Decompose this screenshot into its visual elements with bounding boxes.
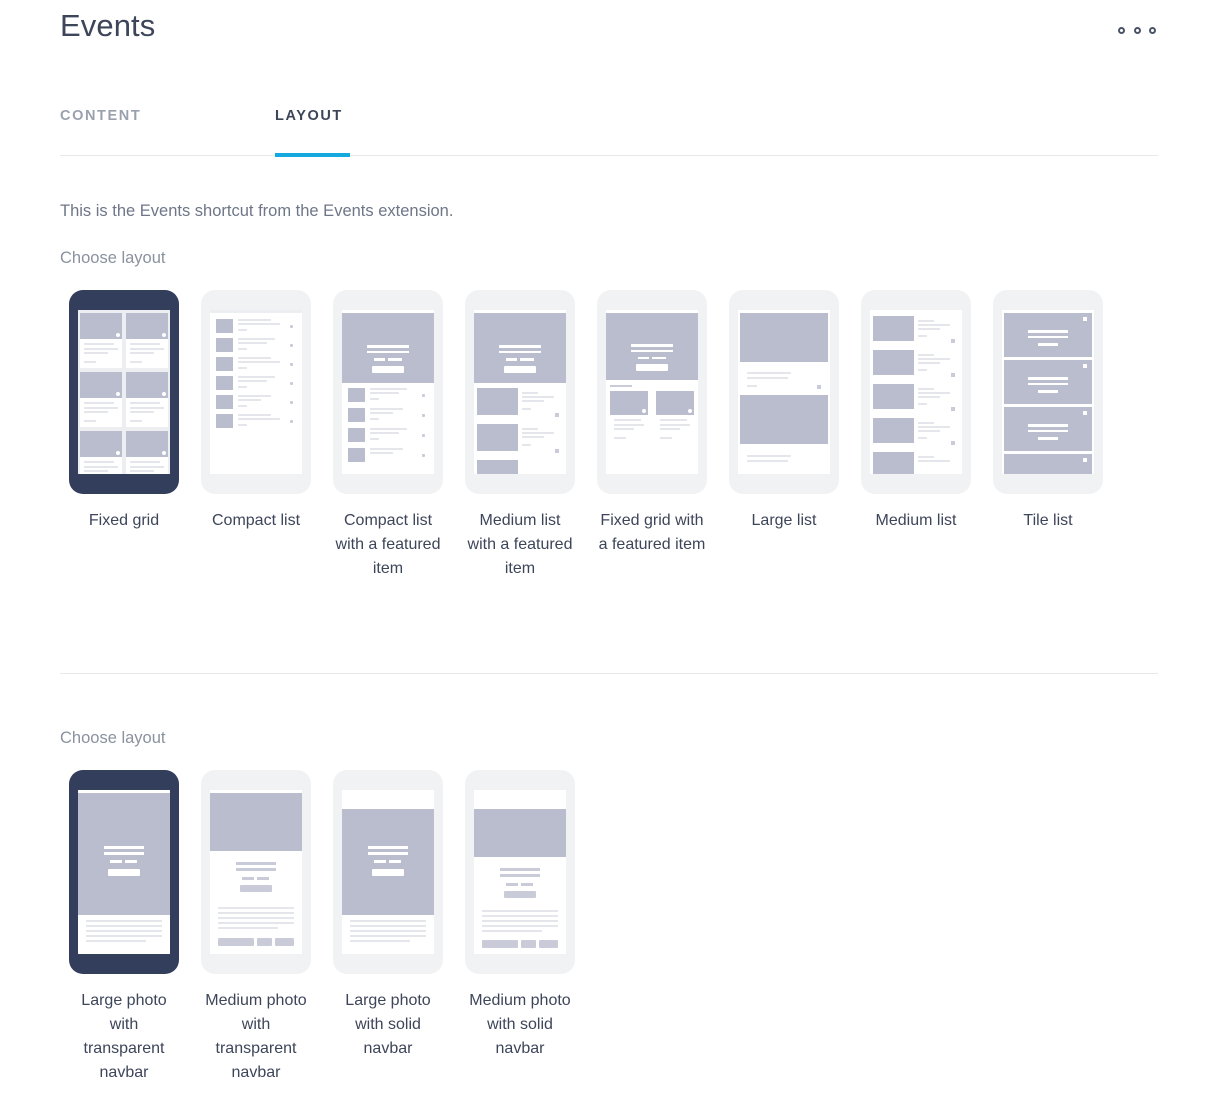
layout-thumbnail-medium-photo-transparent [201,770,311,974]
layout-thumbnail-fixed-grid-featured [597,290,707,494]
layout-thumbnail-medium-list-featured [465,290,575,494]
thumbnail-screen [78,310,170,474]
thumbnail-screen [342,310,434,474]
page-header: Events [0,0,1206,88]
layout-option-medium-list-featured[interactable]: Medium list with a featured item [454,290,586,581]
thumbnail-screen [78,790,170,954]
tab-layout[interactable]: LAYOUT [275,108,343,144]
overflow-dot [1133,26,1141,34]
layout-option-label: Compact list with a featured item [335,512,441,577]
tab-active-indicator [275,153,350,157]
layout-option-compact-list[interactable]: Compact list [190,290,322,581]
layout-option-label: Medium list [875,512,957,529]
layout-thumbnail-fixed-grid [69,290,179,494]
more-options-icon[interactable] [1118,20,1156,40]
thumbnail-screen [474,790,566,954]
thumbnail-screen [210,790,302,954]
layout-option-fixed-grid[interactable]: Fixed grid [58,290,190,581]
layout-option-large-photo-transparent-navbar[interactable]: Large photo with transparent navbar [58,770,190,1085]
thumbnail-screen [1002,310,1094,474]
page-title: Events [60,8,156,43]
thumbnail-screen [474,310,566,474]
layout-option-label: Compact list [211,512,301,529]
tab-bar: CONTENT LAYOUT [60,108,1158,157]
list-layout-options: Fixed grid Compact list Compact list wit… [58,290,1114,581]
overflow-dot [1118,26,1125,34]
thumbnail-screen [342,790,434,954]
detail-layout-options: Large photo with transparent navbar Medi… [58,770,586,1085]
thumbnail-screen [210,310,302,474]
layout-option-tile-list[interactable]: Tile list [982,290,1114,581]
thumbnail-screen [738,310,830,474]
layout-option-label: Medium list with a featured item [467,512,573,577]
layout-thumbnail-medium-photo-solid [465,770,575,974]
layout-option-label: Fixed grid with a featured item [598,512,706,553]
tab-content[interactable]: CONTENT [60,108,141,144]
layout-option-label: Large photo with solid navbar [345,992,431,1057]
layout-option-label: Medium photo with solid navbar [469,992,571,1057]
layout-thumbnail-large-list [729,290,839,494]
layout-option-label: Large list [751,512,817,529]
layout-thumbnail-medium-list [861,290,971,494]
layout-option-fixed-grid-featured[interactable]: Fixed grid with a featured item [586,290,718,581]
events-layout-page: Events CONTENT LAYOUT This is the Events… [0,0,1206,1114]
layout-option-large-photo-solid-navbar[interactable]: Large photo with solid navbar [322,770,454,1085]
layout-option-label: Large photo with transparent navbar [81,992,167,1081]
section-divider [60,673,1158,674]
layout-option-label: Fixed grid [88,512,160,529]
choose-layout-label-detail: Choose layout [60,729,166,747]
layout-thumbnail-large-photo-transparent [69,770,179,974]
layout-option-medium-photo-transparent-navbar[interactable]: Medium photo with transparent navbar [190,770,322,1085]
layout-thumbnail-tile-list [993,290,1103,494]
shortcut-description: This is the Events shortcut from the Eve… [60,202,454,220]
layout-option-label: Medium photo with transparent navbar [205,992,307,1081]
layout-option-label: Tile list [1023,512,1073,529]
layout-option-medium-list[interactable]: Medium list [850,290,982,581]
thumbnail-screen [870,310,962,474]
layout-option-compact-list-featured[interactable]: Compact list with a featured item [322,290,454,581]
overflow-dot [1149,26,1156,34]
layout-option-medium-photo-solid-navbar[interactable]: Medium photo with solid navbar [454,770,586,1085]
layout-option-large-list[interactable]: Large list [718,290,850,581]
choose-layout-label-list: Choose layout [60,249,166,267]
layout-thumbnail-compact-list-featured [333,290,443,494]
layout-thumbnail-compact-list [201,290,311,494]
thumbnail-screen [606,310,698,474]
layout-thumbnail-large-photo-solid [333,770,443,974]
